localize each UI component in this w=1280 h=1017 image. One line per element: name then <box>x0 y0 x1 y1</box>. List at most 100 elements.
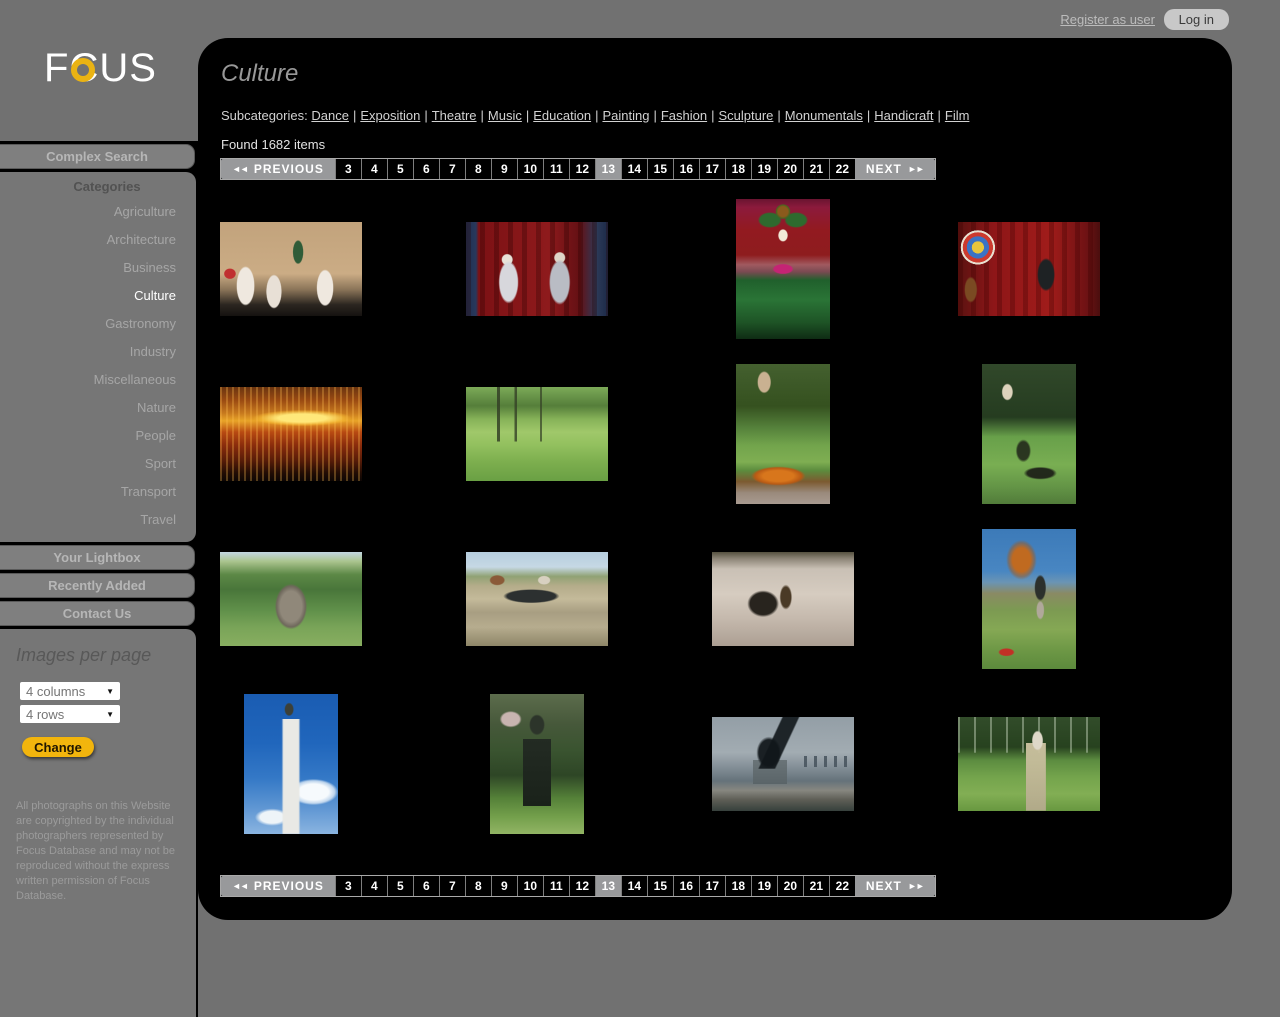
page-button-4[interactable]: 4 <box>361 876 387 896</box>
subcategory-link-fashion[interactable]: Fashion <box>661 108 707 123</box>
page-button-14[interactable]: 14 <box>621 876 647 896</box>
dropdown-arrow-icon: ▼ <box>106 687 114 696</box>
sidebar-item-complex-search[interactable]: Complex Search <box>0 144 195 169</box>
subcategory-link-painting[interactable]: Painting <box>602 108 649 123</box>
page-button-10[interactable]: 10 <box>517 876 543 896</box>
next-page-button[interactable]: NEXT►► <box>855 159 935 179</box>
sidebar-category-culture[interactable]: Culture <box>0 282 196 310</box>
page-button-8[interactable]: 8 <box>465 159 491 179</box>
subcategory-link-theatre[interactable]: Theatre <box>432 108 477 123</box>
thumbnail-t16[interactable] <box>958 717 1100 811</box>
subcategory-separator: | <box>595 108 598 123</box>
thumbnail-t6[interactable] <box>466 387 608 481</box>
page-button-15[interactable]: 15 <box>647 876 673 896</box>
sidebar-category-agriculture[interactable]: Agriculture <box>0 198 196 226</box>
columns-select[interactable]: 4 columns ▼ <box>20 682 120 700</box>
thumbnail-t5[interactable] <box>220 387 362 481</box>
sidebar-item-contact-us[interactable]: Contact Us <box>0 601 195 626</box>
subcategories-links: Dance | Exposition | Theatre | Music | Education… <box>311 108 969 123</box>
page-button-11[interactable]: 11 <box>543 159 569 179</box>
sidebar-item-your-lightbox[interactable]: Your Lightbox <box>0 545 195 570</box>
thumbnail-t15[interactable] <box>712 717 854 811</box>
page-button-12[interactable]: 12 <box>569 876 595 896</box>
page-button-17[interactable]: 17 <box>699 876 725 896</box>
page-button-22[interactable]: 22 <box>829 876 855 896</box>
previous-page-button[interactable]: ◄◄PREVIOUS <box>221 876 335 896</box>
page-button-19[interactable]: 19 <box>751 159 777 179</box>
page-button-13[interactable]: 13 <box>595 159 621 179</box>
main-content: Culture Subcategories: Dance|Exposition|… <box>198 38 1232 920</box>
subcategory-link-music[interactable]: Music <box>488 108 522 123</box>
thumbnail-t8[interactable] <box>982 364 1076 504</box>
page-button-20[interactable]: 20 <box>777 876 803 896</box>
page-button-7[interactable]: 7 <box>439 876 465 896</box>
page-button-18[interactable]: 18 <box>725 876 751 896</box>
page-button-4[interactable]: 4 <box>361 159 387 179</box>
page-button-10[interactable]: 10 <box>517 159 543 179</box>
subcategory-separator: | <box>937 108 940 123</box>
page-button-3[interactable]: 3 <box>335 876 361 896</box>
page: { "header": { "register_label": "Registe… <box>0 0 1280 1017</box>
sidebar-category-industry[interactable]: Industry <box>0 338 196 366</box>
subcategory-link-sculpture[interactable]: Sculpture <box>718 108 773 123</box>
page-button-7[interactable]: 7 <box>439 159 465 179</box>
thumbnail-t3[interactable] <box>736 199 830 339</box>
sidebar-category-transport[interactable]: Transport <box>0 478 196 506</box>
page-button-18[interactable]: 18 <box>725 159 751 179</box>
page-button-21[interactable]: 21 <box>803 159 829 179</box>
page-button-3[interactable]: 3 <box>335 159 361 179</box>
thumbnail-t13[interactable] <box>244 694 338 834</box>
page-button-20[interactable]: 20 <box>777 159 803 179</box>
page-button-6[interactable]: 6 <box>413 159 439 179</box>
subcategory-link-education[interactable]: Education <box>533 108 591 123</box>
sidebar-category-miscellaneous[interactable]: Miscellaneous <box>0 366 196 394</box>
page-button-16[interactable]: 16 <box>673 159 699 179</box>
page-button-12[interactable]: 12 <box>569 159 595 179</box>
subcategory-separator: | <box>777 108 780 123</box>
subcategory-link-exposition[interactable]: Exposition <box>360 108 420 123</box>
page-button-9[interactable]: 9 <box>491 876 517 896</box>
register-link[interactable]: Register as user <box>1060 12 1155 27</box>
rows-select[interactable]: 4 rows ▼ <box>20 705 120 723</box>
subcategory-link-film[interactable]: Film <box>945 108 970 123</box>
subcategory-link-handicraft[interactable]: Handicraft <box>874 108 933 123</box>
page-button-11[interactable]: 11 <box>543 876 569 896</box>
subcategory-link-monumentals[interactable]: Monumentals <box>785 108 863 123</box>
page-button-9[interactable]: 9 <box>491 159 517 179</box>
page-button-21[interactable]: 21 <box>803 876 829 896</box>
page-button-19[interactable]: 19 <box>751 876 777 896</box>
page-button-22[interactable]: 22 <box>829 159 855 179</box>
subcategory-separator: | <box>424 108 427 123</box>
thumbnail-t10[interactable] <box>466 552 608 646</box>
sidebar-category-architecture[interactable]: Architecture <box>0 226 196 254</box>
thumbnail-t4[interactable] <box>958 222 1100 316</box>
thumbnail-t2[interactable] <box>466 222 608 316</box>
page-button-8[interactable]: 8 <box>465 876 491 896</box>
previous-page-button[interactable]: ◄◄PREVIOUS <box>221 159 335 179</box>
sidebar-category-sport[interactable]: Sport <box>0 450 196 478</box>
sidebar-category-business[interactable]: Business <box>0 254 196 282</box>
next-page-button[interactable]: NEXT►► <box>855 876 935 896</box>
sidebar-category-people[interactable]: People <box>0 422 196 450</box>
sidebar-category-nature[interactable]: Nature <box>0 394 196 422</box>
page-button-6[interactable]: 6 <box>413 876 439 896</box>
thumbnail-t1[interactable] <box>220 222 362 316</box>
page-button-5[interactable]: 5 <box>387 159 413 179</box>
sidebar-category-travel[interactable]: Travel <box>0 506 196 534</box>
thumbnail-t11[interactable] <box>712 552 854 646</box>
page-button-15[interactable]: 15 <box>647 159 673 179</box>
page-button-13[interactable]: 13 <box>595 876 621 896</box>
change-button[interactable]: Change <box>22 737 94 757</box>
page-button-16[interactable]: 16 <box>673 876 699 896</box>
sidebar-item-recently-added[interactable]: Recently Added <box>0 573 195 598</box>
sidebar-category-gastronomy[interactable]: Gastronomy <box>0 310 196 338</box>
page-button-17[interactable]: 17 <box>699 159 725 179</box>
page-button-14[interactable]: 14 <box>621 159 647 179</box>
subcategory-link-dance[interactable]: Dance <box>311 108 349 123</box>
thumbnail-t9[interactable] <box>220 552 362 646</box>
thumbnail-t12[interactable] <box>982 529 1076 669</box>
thumbnail-t14[interactable] <box>490 694 584 834</box>
thumbnail-t7[interactable] <box>736 364 830 504</box>
page-button-5[interactable]: 5 <box>387 876 413 896</box>
login-button[interactable]: Log in <box>1164 9 1229 30</box>
